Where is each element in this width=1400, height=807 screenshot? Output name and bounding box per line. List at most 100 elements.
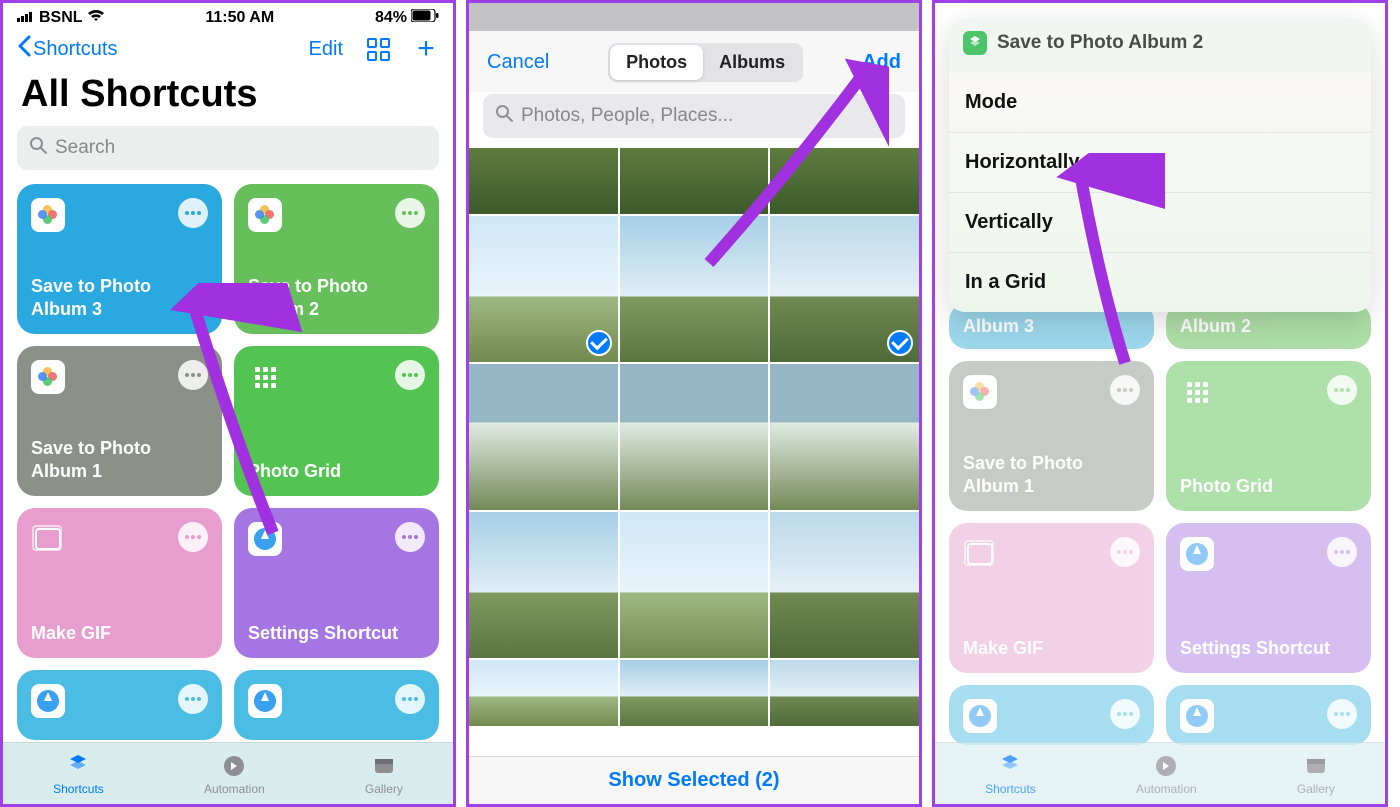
more-button [1110, 699, 1140, 729]
gif-icon [963, 537, 997, 571]
tab-gallery[interactable]: Gallery [1297, 752, 1335, 796]
action-sheet: Save to Photo Album 2 Mode Horizontally … [949, 19, 1371, 312]
more-button [1327, 537, 1357, 567]
photo-thumb[interactable] [620, 148, 769, 214]
carrier-label: BSNL [39, 9, 83, 27]
page-title: All Shortcuts [3, 67, 453, 126]
photo-thumb[interactable] [620, 216, 769, 362]
photos-icon [248, 198, 282, 232]
clock-label: 11:50 AM [205, 9, 274, 27]
tab-shortcuts[interactable]: Shortcuts [985, 752, 1036, 796]
search-input[interactable]: Search [17, 126, 439, 170]
tile-label: Photo Grid [248, 460, 425, 483]
photo-thumb[interactable] [770, 364, 919, 510]
tile-label: Settings Shortcut [1180, 637, 1357, 660]
tile-label: Save to Photo Album 1 [963, 452, 1140, 497]
checkmark-icon [887, 330, 913, 356]
grid-view-button[interactable] [365, 36, 391, 62]
status-bar: BSNL 11:50 AM 84% [3, 3, 453, 29]
nav-bar: Shortcuts Edit + [3, 29, 453, 67]
photo-thumb[interactable] [770, 660, 919, 726]
bg-tile: Make GIF [949, 523, 1154, 673]
more-button[interactable] [395, 360, 425, 390]
tab-shortcuts[interactable]: Shortcuts [53, 752, 104, 796]
safari-icon [248, 684, 282, 718]
shortcut-tile[interactable] [234, 670, 439, 740]
battery-icon [411, 9, 439, 27]
photos-icon [963, 375, 997, 409]
photo-thumb[interactable] [770, 512, 919, 658]
tab-label: Automation [1136, 782, 1197, 796]
tab-automation[interactable]: Automation [1136, 752, 1197, 796]
photo-thumb[interactable] [620, 364, 769, 510]
search-placeholder: Photos, People, Places... [521, 105, 733, 127]
gallery-icon [370, 752, 398, 780]
bg-tile: Photo Grid [1166, 361, 1371, 511]
show-selected-label: Show Selected (2) [608, 769, 779, 792]
safari-icon [1180, 699, 1214, 733]
more-button[interactable] [178, 684, 208, 714]
panel-3-action-sheet: Album 3 Album 2 Save to Photo Album 1 Ph… [932, 0, 1388, 807]
add-button[interactable]: Add [862, 51, 901, 74]
tile-label: Album 3 [963, 316, 1034, 337]
shortcut-tile[interactable]: Settings Shortcut [234, 508, 439, 658]
photo-thumb[interactable] [469, 660, 618, 726]
more-button[interactable] [395, 198, 425, 228]
photo-thumb[interactable] [770, 216, 919, 362]
more-button [1110, 375, 1140, 405]
sheet-title: Save to Photo Album 2 [997, 32, 1203, 54]
tab-label: Automation [204, 782, 265, 796]
more-button[interactable] [178, 522, 208, 552]
shortcut-tile[interactable]: Save to Photo Album 2 [234, 184, 439, 334]
photo-thumb[interactable] [770, 148, 919, 214]
shortcuts-icon [996, 752, 1024, 780]
more-button[interactable] [395, 522, 425, 552]
cancel-button[interactable]: Cancel [487, 51, 549, 74]
more-button[interactable] [178, 360, 208, 390]
photo-thumb[interactable] [620, 660, 769, 726]
photo-thumb[interactable] [469, 512, 618, 658]
back-button[interactable]: Shortcuts [17, 35, 117, 63]
more-button[interactable] [395, 684, 425, 714]
gif-icon [31, 522, 65, 556]
tab-label: Gallery [1297, 782, 1335, 796]
search-icon [495, 104, 513, 128]
add-shortcut-button[interactable]: + [413, 36, 439, 62]
tab-automation[interactable]: Automation [204, 752, 265, 796]
more-button[interactable] [178, 198, 208, 228]
shortcut-tile[interactable]: Save to Photo Album 3 [17, 184, 222, 334]
tab-label: Gallery [365, 782, 403, 796]
sheet-header: Save to Photo Album 2 [949, 19, 1371, 73]
more-button [1327, 699, 1357, 729]
show-selected-button[interactable]: Show Selected (2) [469, 756, 919, 804]
tile-label: Save to Photo Album 1 [31, 437, 208, 482]
photo-thumb[interactable] [469, 364, 618, 510]
panel-2-photo-picker: Cancel Photos Albums Add Photos, People,… [466, 0, 922, 807]
tile-label: Save to Photo Album 2 [248, 275, 425, 320]
automation-icon [220, 752, 248, 780]
segment-albums[interactable]: Albums [703, 45, 801, 80]
battery-label: 84% [375, 9, 407, 27]
option-horizontally[interactable]: Horizontally [949, 133, 1371, 193]
automation-icon [1152, 752, 1180, 780]
sheet-body: Mode Horizontally Vertically In a Grid [949, 73, 1371, 312]
segmented-control: Photos Albums [608, 43, 803, 82]
photo-thumb[interactable] [620, 512, 769, 658]
shortcut-tile[interactable]: Photo Grid [234, 346, 439, 496]
shortcut-tile[interactable] [17, 670, 222, 740]
photo-thumb[interactable] [469, 148, 618, 214]
tab-gallery[interactable]: Gallery [365, 752, 403, 796]
more-button [1327, 375, 1357, 405]
option-vertically[interactable]: Vertically [949, 193, 1371, 253]
search-input[interactable]: Photos, People, Places... [483, 94, 905, 138]
signal-icon [17, 9, 35, 27]
tile-label: Settings Shortcut [248, 622, 425, 645]
bg-tile [949, 685, 1154, 745]
shortcut-tile[interactable]: Make GIF [17, 508, 222, 658]
photo-thumb[interactable] [469, 216, 618, 362]
segment-photos[interactable]: Photos [610, 45, 703, 80]
shortcut-tile[interactable]: Save to Photo Album 1 [17, 346, 222, 496]
edit-button[interactable]: Edit [309, 38, 343, 61]
dimmed-strip [469, 3, 919, 31]
option-in-a-grid[interactable]: In a Grid [949, 253, 1371, 312]
